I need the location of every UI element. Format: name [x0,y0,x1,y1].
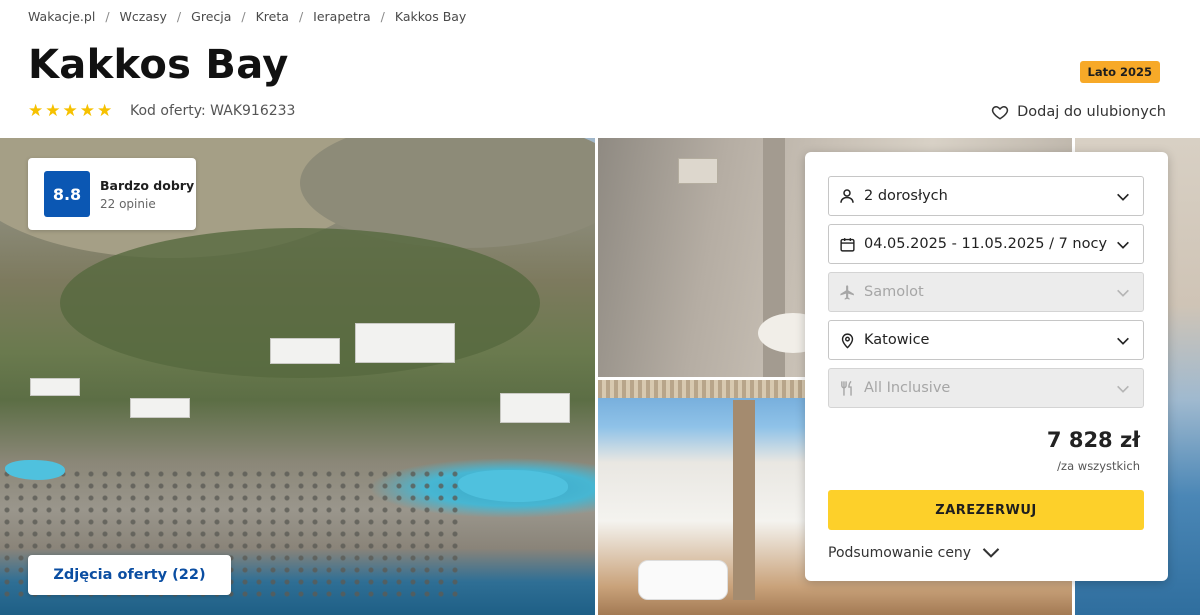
chevron-down-icon [982,548,1000,558]
season-badge: Lato 2025 [1079,61,1160,83]
hotel-building [355,323,455,363]
location-pin-icon [838,331,856,349]
transport-value: Samolot [864,284,924,300]
heart-icon [991,105,1009,120]
breadcrumb-item-wczasy[interactable]: Wczasy [120,9,167,24]
star-rating: ★ ★ ★ ★ ★ [28,101,112,121]
travelers-value: 2 dorosłych [864,188,948,204]
star-icon: ★ [79,101,95,121]
breadcrumb-separator: / [241,9,246,24]
lounge-chair [638,560,728,600]
travelers-select[interactable]: 2 dorosłych [828,176,1144,216]
vent-grille [678,158,718,184]
breadcrumb-item-wakacje[interactable]: Wakacje.pl [28,9,95,24]
star-icon: ★ [97,101,113,121]
chevron-down-icon [1117,385,1129,393]
hotel-building [130,398,190,418]
breadcrumb-item-ierapetra[interactable]: Ierapetra [313,9,371,24]
breadcrumb-item-current[interactable]: Kakkos Bay [395,9,466,24]
booking-panel: 2 dorosłych 04.05.2025 - 11.05.2025 / 7 … [805,152,1168,581]
plane-icon [838,283,856,301]
add-to-favorites-button[interactable]: Dodaj do ulubionych [991,103,1166,121]
hotel-building [30,378,80,396]
breadcrumb-separator: / [176,9,182,24]
rating-score: 8.8 [44,171,90,217]
breadcrumb-separator: / [380,9,385,24]
offer-code: Kod oferty: WAK916233 [130,103,296,119]
show-photos-button[interactable]: Zdjęcia oferty (22) [28,555,231,595]
review-count: 22 opinie [100,196,156,211]
chevron-down-icon [1117,241,1129,249]
favorite-label: Dodaj do ulubionych [1017,104,1166,120]
rating-label: Bardzo dobry [100,177,195,193]
rating-text: Bardzo dobry 22 opinie [100,178,194,211]
star-icon: ★ [28,101,44,121]
breadcrumb-item-kreta[interactable]: Kreta [256,9,289,24]
person-icon [838,187,856,205]
star-icon: ★ [45,101,61,121]
price-note: /za wszystkich [1057,459,1140,473]
star-icon: ★ [62,101,78,121]
total-price: 7 828 zł [1046,428,1140,452]
board-value: All Inclusive [864,380,951,396]
breadcrumb-separator: / [298,9,304,24]
breadcrumb-item-grecja[interactable]: Grecja [191,9,231,24]
wooden-post [733,400,755,600]
chevron-down-icon [1117,337,1129,345]
dates-select[interactable]: 04.05.2025 - 11.05.2025 / 7 nocy [828,224,1144,264]
pool-shape [458,470,568,502]
dates-value: 04.05.2025 - 11.05.2025 / 7 nocy [864,236,1108,252]
chevron-down-icon [1117,193,1129,201]
price-summary-label: Podsumowanie ceny [828,545,972,561]
cutlery-icon [838,379,856,397]
departure-value: Katowice [864,332,930,348]
book-button[interactable]: ZAREZERWUJ [828,490,1144,530]
transport-select: Samolot [828,272,1144,312]
price-summary-toggle[interactable]: Podsumowanie ceny [828,545,1001,561]
hotel-building [500,393,570,423]
rating-card[interactable]: 8.8 Bardzo dobry 22 opinie [28,158,196,230]
board-select: All Inclusive [828,368,1144,408]
hotel-building [270,338,340,364]
calendar-icon [838,235,856,253]
departure-select[interactable]: Katowice [828,320,1144,360]
chevron-down-icon [1117,289,1129,297]
page-title: Kakkos Bay [28,42,289,88]
breadcrumb-separator: / [105,9,110,24]
breadcrumb: Wakacje.pl / Wczasy / Grecja / Kreta / I… [28,9,466,24]
